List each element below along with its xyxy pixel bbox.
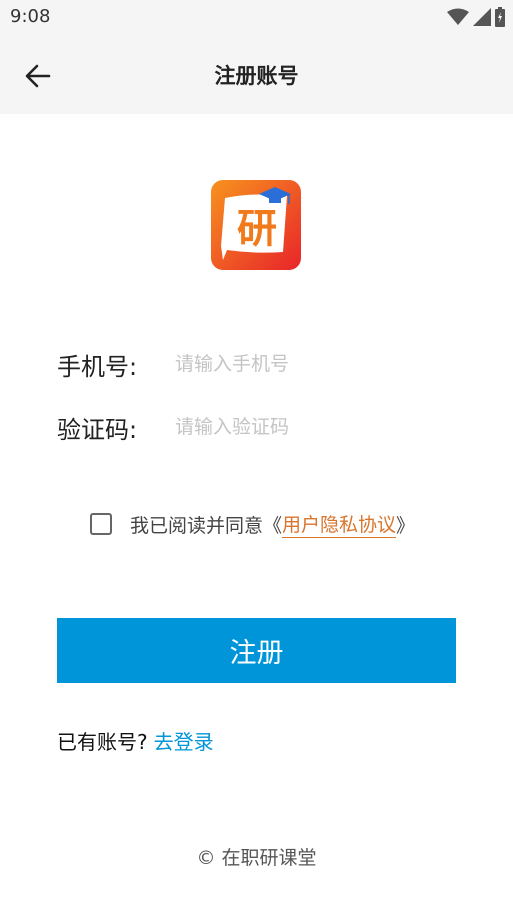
register-button[interactable]: 注册 <box>57 618 456 683</box>
page-title: 注册账号 <box>214 64 299 88</box>
login-row: 已有账号? 去登录 <box>57 726 214 755</box>
copyright: © 在职研课堂 <box>196 847 317 869</box>
agreement-checkbox[interactable] <box>90 513 112 535</box>
app-bar: 注册账号 <box>0 34 513 114</box>
login-prompt: 已有账号? <box>57 730 148 754</box>
status-icons <box>447 7 505 27</box>
logo-text: 研 <box>237 206 277 252</box>
status-bar: 9:08 <box>0 0 513 34</box>
code-label: 验证码: <box>57 415 138 444</box>
code-input[interactable] <box>175 416 457 438</box>
status-time: 9:08 <box>10 6 51 27</box>
phone-input[interactable] <box>175 353 457 375</box>
agreement-row: 我已阅读并同意 《 用户隐私协议 》 <box>90 510 415 538</box>
phone-label: 手机号: <box>57 352 138 381</box>
signal-icon <box>473 8 491 26</box>
phone-row: 手机号: <box>57 344 457 384</box>
open-bracket: 《 <box>263 514 283 537</box>
battery-icon <box>495 7 505 27</box>
code-row: 验证码: <box>57 407 457 447</box>
login-link[interactable]: 去登录 <box>154 730 214 754</box>
app-logo: 研 <box>211 180 301 270</box>
privacy-policy-link[interactable]: 用户隐私协议 <box>282 510 397 538</box>
agreement-text: 我已阅读并同意 <box>130 514 264 537</box>
wifi-icon <box>447 8 469 25</box>
close-bracket: 》 <box>396 514 416 537</box>
